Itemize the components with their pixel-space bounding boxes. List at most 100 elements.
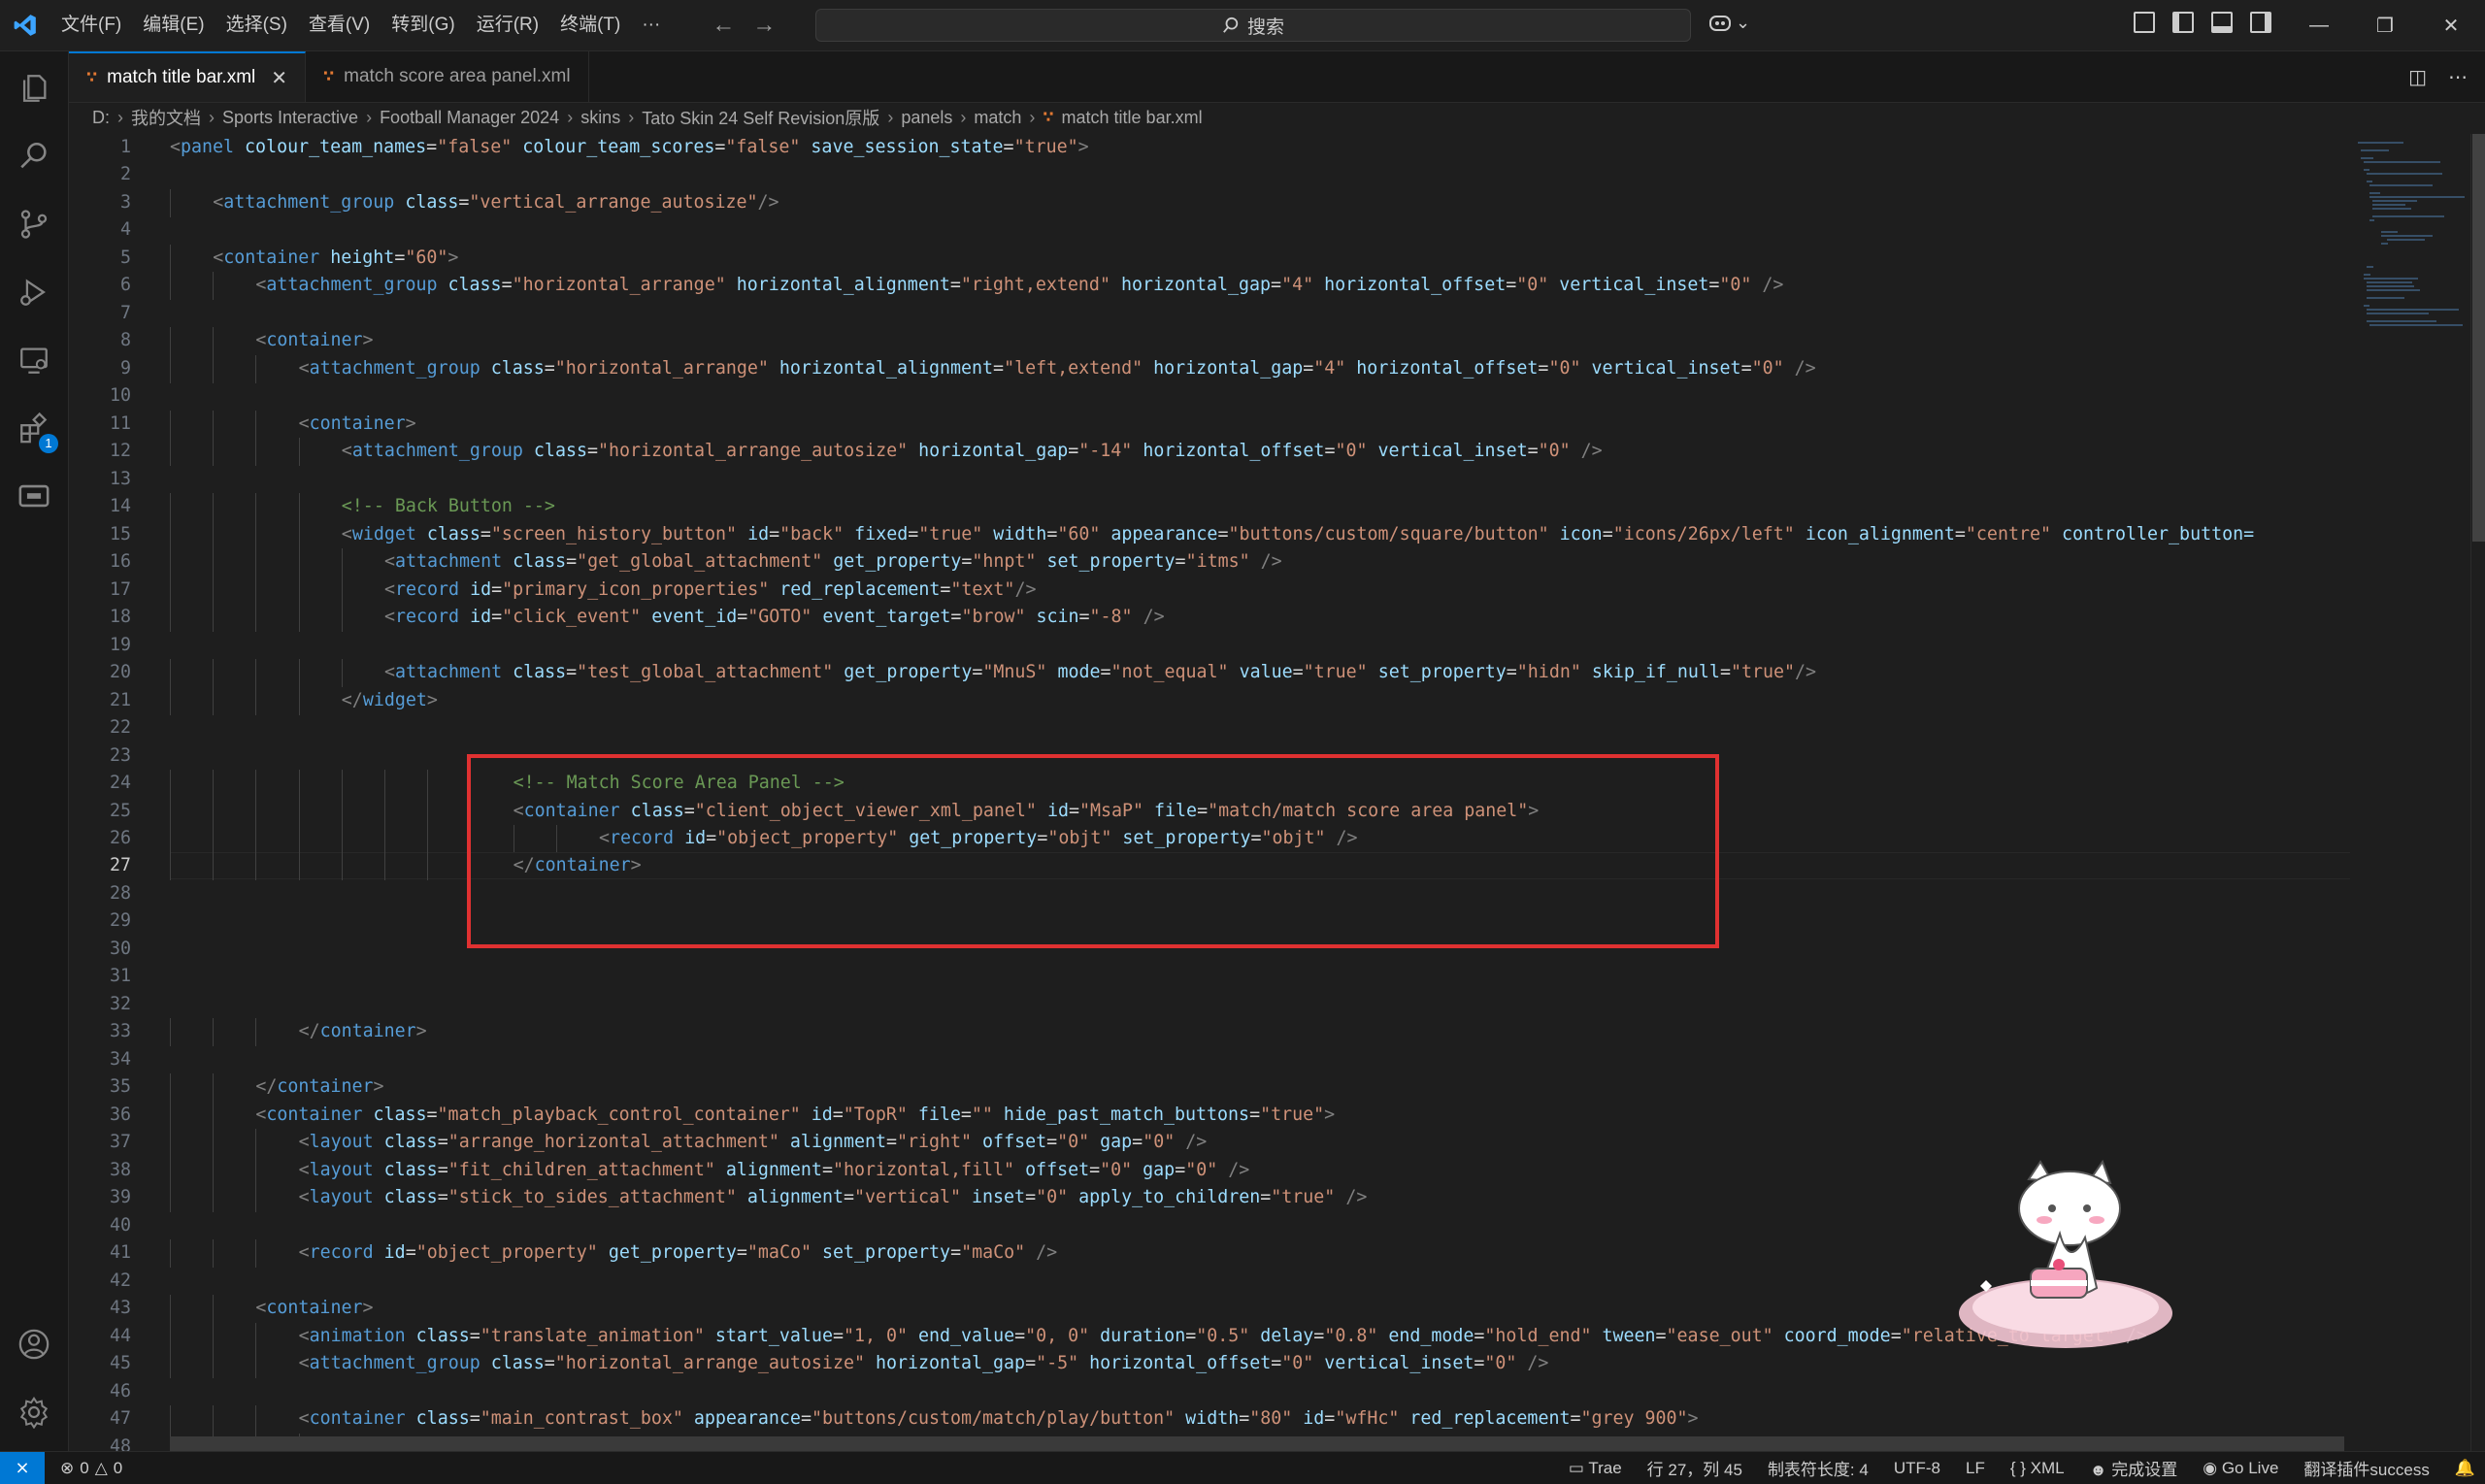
status-tab-size[interactable]: 制表符长度: 4: [1768, 1456, 1869, 1480]
code-line[interactable]: 6 <attachment_group class="horizontal_arr…: [69, 272, 2350, 300]
status-encoding[interactable]: UTF-8: [1894, 1459, 1940, 1478]
menu-selection[interactable]: 选择(S): [215, 0, 298, 50]
status-trae[interactable]: ▭ Trae: [1569, 1459, 1622, 1478]
breadcrumb-item[interactable]: 我的文档: [131, 105, 201, 130]
minimap[interactable]: [2350, 134, 2470, 1451]
code-line[interactable]: 30: [69, 936, 2350, 964]
code-line[interactable]: 46: [69, 1378, 2350, 1406]
code-line[interactable]: 36 <container class="match_playback_contr…: [69, 1102, 2350, 1130]
code-line[interactable]: 16 <attachment class="get_global_attachme…: [69, 548, 2350, 577]
breadcrumb-item[interactable]: panels: [901, 108, 952, 128]
code-line[interactable]: 27 </container>: [69, 852, 2350, 880]
code-line[interactable]: 7: [69, 300, 2350, 328]
minimize-icon[interactable]: —: [2286, 0, 2352, 50]
remote-indicator-icon[interactable]: ⨯: [0, 1452, 45, 1484]
breadcrumb-item[interactable]: match: [974, 108, 1021, 128]
customize-layout-icon[interactable]: [2134, 12, 2155, 33]
menu-more[interactable]: ···: [631, 0, 671, 50]
remote-window-icon[interactable]: [0, 465, 68, 527]
code-line[interactable]: 14 <!-- Back Button -->: [69, 493, 2350, 521]
breadcrumb-item[interactable]: Tato Skin 24 Self Revision原版: [642, 105, 879, 130]
search-icon[interactable]: [0, 125, 68, 187]
toggle-panel-icon[interactable]: [2211, 12, 2233, 33]
accounts-icon[interactable]: [0, 1313, 68, 1375]
status-translate-plugin[interactable]: 翻译插件success: [2303, 1456, 2429, 1480]
vertical-scrollbar[interactable]: [2470, 134, 2485, 1451]
menu-terminal[interactable]: 终端(T): [549, 0, 631, 50]
toggle-primary-sidebar-icon[interactable]: [2172, 12, 2194, 33]
code-line[interactable]: 1 <panel colour_team_names="false" colour…: [69, 134, 2350, 162]
code-line[interactable]: 17 <record id="primary_icon_properties" r…: [69, 577, 2350, 605]
code-line[interactable]: 35 </container>: [69, 1073, 2350, 1102]
status-eol[interactable]: LF: [1966, 1459, 1985, 1478]
run-debug-icon[interactable]: [0, 261, 68, 323]
code-line[interactable]: 20 <attachment class="test_global_attachm…: [69, 659, 2350, 687]
code-line[interactable]: 32: [69, 991, 2350, 1019]
close-window-icon[interactable]: ✕: [2418, 0, 2484, 50]
settings-gear-icon[interactable]: [0, 1381, 68, 1443]
scrollbar-thumb[interactable]: [2472, 134, 2485, 542]
code-line[interactable]: 9 <attachment_group class="horizontal_arr…: [69, 355, 2350, 383]
close-icon[interactable]: ✕: [271, 66, 287, 90]
code-line[interactable]: 8 <container>: [69, 327, 2350, 355]
code-line[interactable]: 37 <layout class="arrange_horizontal_atta…: [69, 1129, 2350, 1157]
toggle-secondary-sidebar-icon[interactable]: [2250, 12, 2271, 33]
code-line[interactable]: 5 <container height="60">: [69, 245, 2350, 273]
code-line[interactable]: 33 </container>: [69, 1018, 2350, 1046]
status-go-live[interactable]: ◉ Go Live: [2203, 1459, 2278, 1478]
breadcrumb-item[interactable]: match title bar.xml: [1062, 108, 1203, 128]
code-line[interactable]: 31: [69, 963, 2350, 991]
code-line[interactable]: 10: [69, 382, 2350, 411]
code-line[interactable]: 47 <container class="main_contrast_box" a…: [69, 1405, 2350, 1434]
status-setup[interactable]: ☻ 完成设置: [2090, 1456, 2178, 1480]
code-line[interactable]: 19: [69, 632, 2350, 660]
code-line[interactable]: 11 <container>: [69, 411, 2350, 439]
code-line[interactable]: 29: [69, 907, 2350, 936]
tab-match-score-area-panel[interactable]: ∵ match score area panel.xml: [306, 51, 589, 102]
restore-icon[interactable]: ❐: [2352, 0, 2418, 50]
menu-view[interactable]: 查看(V): [298, 0, 381, 50]
menu-run[interactable]: 运行(R): [466, 0, 549, 50]
code-line[interactable]: 15 <widget class="screen_history_button" …: [69, 521, 2350, 549]
menu-file[interactable]: 文件(F): [50, 0, 132, 50]
notifications-bell-icon[interactable]: 🔔: [2455, 1459, 2475, 1478]
vscode-logo-icon[interactable]: [0, 0, 50, 50]
breadcrumb-item[interactable]: D:: [92, 108, 110, 128]
code-line[interactable]: 4: [69, 216, 2350, 245]
code-line[interactable]: 26 <record id="object_property" get_prope…: [69, 825, 2350, 853]
explorer-icon[interactable]: [0, 57, 68, 119]
code-line[interactable]: 3 <attachment_group class="vertical_arran…: [69, 189, 2350, 217]
breadcrumb-item[interactable]: Sports Interactive: [222, 108, 358, 128]
breadcrumb-item[interactable]: skins: [580, 108, 620, 128]
menu-go[interactable]: 转到(G): [381, 0, 465, 50]
code-line[interactable]: 13: [69, 466, 2350, 494]
code-line[interactable]: 25 <container class="client_object_viewer…: [69, 798, 2350, 826]
copilot-button[interactable]: ⌄: [1708, 12, 1750, 33]
code-line[interactable]: 23: [69, 742, 2350, 771]
more-actions-icon[interactable]: ⋯: [2448, 65, 2468, 89]
code-line[interactable]: 22: [69, 714, 2350, 742]
code-line[interactable]: 18 <record id="click_event" event_id="GOT…: [69, 604, 2350, 632]
source-control-icon[interactable]: [0, 193, 68, 255]
code-line[interactable]: 45 <attachment_group class="horizontal_ar…: [69, 1350, 2350, 1378]
horizontal-scrollbar[interactable]: [170, 1436, 2344, 1451]
split-editor-icon[interactable]: ◫: [2408, 65, 2427, 89]
back-arrow-icon[interactable]: ←: [710, 12, 737, 39]
code-line[interactable]: 28: [69, 880, 2350, 908]
breadcrumb-item[interactable]: Football Manager 2024: [380, 108, 559, 128]
indent-guide: [341, 825, 343, 853]
menu-edit[interactable]: 编辑(E): [132, 0, 215, 50]
extensions-icon[interactable]: 1: [0, 397, 68, 459]
status-cursor-position[interactable]: 行 27，列 45: [1647, 1456, 1742, 1480]
tab-match-title-bar[interactable]: ∵ match title bar.xml ✕: [69, 51, 307, 102]
code-line[interactable]: 12 <attachment_group class="horizontal_ar…: [69, 438, 2350, 466]
status-language[interactable]: { } XML: [2010, 1459, 2065, 1478]
problems-indicator[interactable]: ⊗ 0 △ 0: [60, 1459, 122, 1478]
code-line[interactable]: 2: [69, 161, 2350, 189]
code-line[interactable]: 24 <!-- Match Score Area Panel -->: [69, 770, 2350, 798]
code-line[interactable]: 34: [69, 1046, 2350, 1074]
forward-arrow-icon[interactable]: →: [750, 12, 778, 39]
command-center-search[interactable]: 搜索: [815, 9, 1691, 42]
remote-explorer-icon[interactable]: [0, 329, 68, 391]
code-line[interactable]: 21 </widget>: [69, 687, 2350, 715]
